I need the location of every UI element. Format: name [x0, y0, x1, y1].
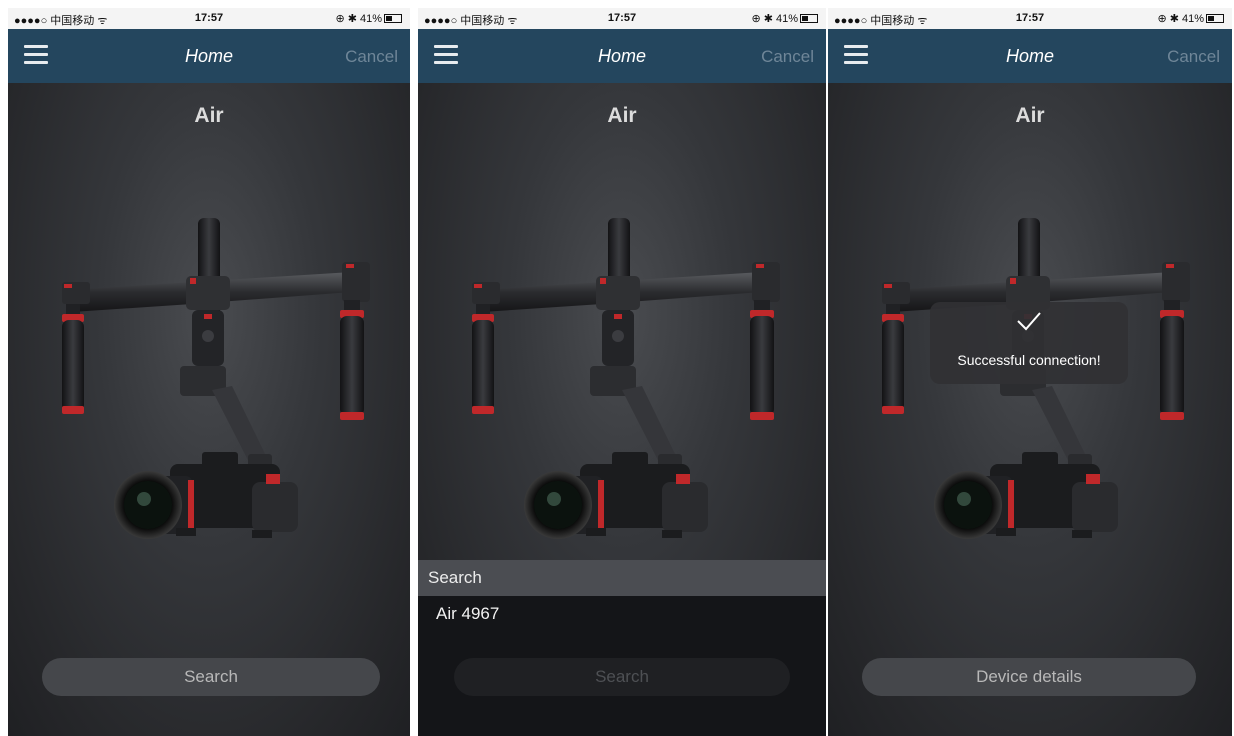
- device-details-button[interactable]: Device details: [862, 658, 1196, 696]
- navigation-bar: Home Cancel: [418, 29, 826, 83]
- gimbal-image: [62, 218, 370, 539]
- navigation-bar: Home Cancel: [828, 29, 1232, 83]
- phone-screen-1: ●●●●○ 中国移动 ᯤ 17:57 ⊕ ✱ 41% Home Cancel A…: [8, 8, 410, 736]
- search-button[interactable]: Search: [42, 658, 380, 696]
- status-indicators: ⊕ ✱ 41%: [335, 13, 382, 25]
- status-bar: ●●●●○ 中国移动 ᯤ 17:57 ⊕ ✱ 41%: [8, 8, 410, 29]
- device-name: Air: [1015, 104, 1045, 127]
- device-name: Air: [607, 104, 637, 127]
- status-indicators: ⊕ ✱ 41%: [1157, 13, 1204, 25]
- cancel-button[interactable]: Cancel: [345, 47, 398, 67]
- device-result-item[interactable]: Air 4967: [436, 604, 499, 624]
- search-results-panel: Search Air 4967 Search: [418, 560, 826, 736]
- status-right: ⊕ ✱ 41%: [1157, 12, 1224, 25]
- battery-icon: [800, 14, 818, 23]
- check-icon: [1017, 312, 1041, 331]
- status-right: ⊕ ✱ 41%: [335, 12, 402, 25]
- cancel-button[interactable]: Cancel: [761, 47, 814, 67]
- toast-message: Successful connection!: [957, 352, 1101, 368]
- navigation-bar: Home Cancel: [8, 29, 410, 83]
- search-results-header: Search: [418, 560, 826, 596]
- phone-screen-3: ●●●●○ 中国移动 ᯤ 17:57 ⊕ ✱ 41% Home Cancel A…: [828, 8, 1232, 736]
- battery-icon: [384, 14, 402, 23]
- gimbal-image: [882, 218, 1190, 539]
- status-bar: ●●●●○ 中国移动 ᯤ 17:57 ⊕ ✱ 41%: [418, 8, 826, 29]
- gimbal-image: [472, 218, 780, 539]
- phone-screen-2: ●●●●○ 中国移动 ᯤ 17:57 ⊕ ✱ 41% Home Cancel A…: [418, 8, 826, 736]
- device-name: Air: [194, 104, 224, 127]
- cancel-button[interactable]: Cancel: [1167, 47, 1220, 67]
- search-button[interactable]: Search: [454, 658, 790, 696]
- status-right: ⊕ ✱ 41%: [751, 12, 818, 25]
- battery-icon: [1206, 14, 1224, 23]
- status-indicators: ⊕ ✱ 41%: [751, 13, 798, 25]
- status-bar: ●●●●○ 中国移动 ᯤ 17:57 ⊕ ✱ 41%: [828, 8, 1232, 29]
- connection-toast: Successful connection!: [930, 302, 1128, 384]
- stage: ●●●●○ 中国移动 ᯤ 17:57 ⊕ ✱ 41% Home Cancel A…: [0, 0, 1234, 736]
